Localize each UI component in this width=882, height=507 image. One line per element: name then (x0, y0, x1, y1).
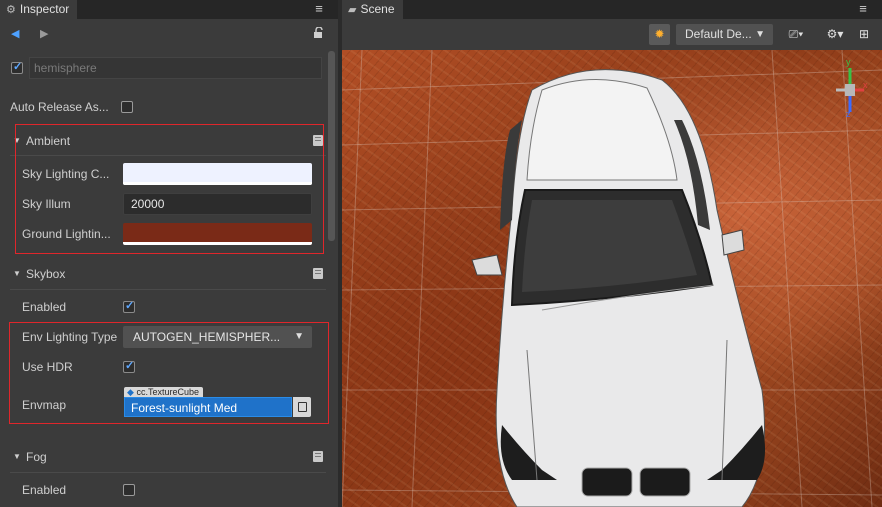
gizmo-x-label: x (863, 80, 868, 90)
gizmo-z-label: z (846, 109, 851, 119)
fog-section-header[interactable]: ▼ Fog (10, 447, 325, 469)
inspector-tab[interactable]: ⚙ Inspector (0, 0, 78, 19)
help-book-icon[interactable] (313, 451, 323, 462)
history-nav: ◀ ▶ (0, 24, 330, 46)
scene-tab-label: Scene (360, 2, 395, 16)
inspector-menu-icon[interactable]: ≡ (312, 0, 326, 19)
scene-viewport[interactable]: y x z (342, 50, 882, 507)
divider (10, 472, 326, 473)
camera-select[interactable]: Default De... ▼ (676, 24, 773, 45)
fog-enabled-label: Enabled (22, 483, 67, 497)
inspector-tabbar: ⚙ Inspector ≡ (0, 0, 338, 19)
lock-icon[interactable] (313, 26, 324, 41)
auto-release-label: Auto Release As... (10, 100, 109, 114)
skybox-enabled-label: Enabled (22, 300, 67, 314)
camera-select-value: Default De... (685, 27, 752, 41)
scene-settings-gear-icon[interactable]: ⚙▾ (822, 24, 848, 45)
back-arrow-icon[interactable]: ◀ (11, 27, 19, 40)
scene-tabbar: ▰ Scene ≡ (342, 0, 882, 19)
skybox-highlight-box (9, 322, 329, 424)
gizmo-y-label: y (846, 57, 851, 67)
divider (10, 289, 326, 290)
node-name-field[interactable]: hemisphere (29, 57, 322, 79)
gear-icon: ⚙ (6, 4, 16, 16)
fog-title: Fog (26, 450, 47, 464)
scene-toolbar: ✹ Default De... ▼ ⎚▾ ⚙▾ ⊞ (342, 19, 882, 50)
scene-menu-icon[interactable]: ≡ (856, 0, 870, 19)
chevron-down-icon: ▼ (755, 29, 765, 40)
inspector-tab-label: Inspector (19, 2, 70, 16)
node-enabled-checkbox[interactable] (11, 60, 23, 74)
inspector-panel: ⚙Inspector ≡ ◀ ▶ hemisphere Auto Release… (0, 0, 338, 507)
scene-panel: ▰ Scene ≡ ✹ Default De... ▼ ⎚▾ ⚙▾ ⊞ y x … (342, 0, 882, 507)
layout-grid-icon[interactable]: ⊞ (854, 24, 874, 45)
forward-arrow-icon[interactable]: ▶ (40, 27, 48, 40)
help-book-icon[interactable] (313, 268, 323, 279)
lighting-toggle-icon[interactable]: ✹ (649, 24, 670, 45)
scene-tab[interactable]: ▰ Scene (342, 0, 403, 19)
collapse-triangle-icon: ▼ (13, 269, 21, 278)
fog-enabled-checkbox[interactable] (123, 484, 135, 496)
skybox-enabled-checkbox[interactable] (123, 299, 135, 313)
skybox-title: Skybox (26, 267, 66, 281)
collapse-triangle-icon: ▼ (13, 452, 21, 461)
skybox-section-header[interactable]: ▼ Skybox (10, 264, 325, 286)
auto-release-checkbox[interactable] (121, 101, 133, 113)
scene-icon: ▰ (348, 4, 357, 16)
orientation-gizmo[interactable]: y x z (830, 57, 870, 120)
inspector-scrollbar[interactable] (328, 51, 335, 241)
camera-options-icon[interactable]: ⎚▾ (783, 24, 809, 45)
scene-render (342, 50, 882, 507)
ambient-highlight-box (15, 124, 324, 254)
car-model (471, 69, 766, 507)
